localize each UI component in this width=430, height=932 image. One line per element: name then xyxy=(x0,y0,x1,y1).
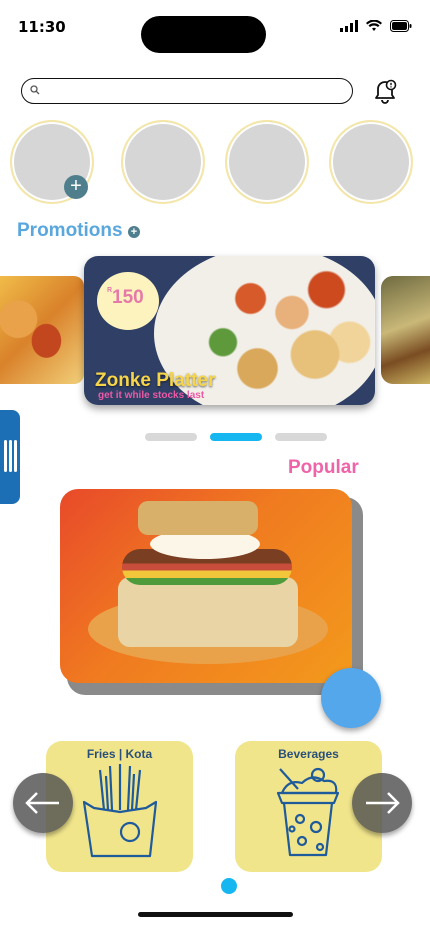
signal-icon xyxy=(340,20,358,32)
search-bar[interactable] xyxy=(21,78,353,104)
page-indicator-dot[interactable] xyxy=(221,878,237,894)
milkshake-icon xyxy=(276,767,340,857)
plus-icon[interactable]: + xyxy=(128,226,140,238)
battery-icon xyxy=(390,20,412,32)
burger-bun xyxy=(138,501,258,535)
arrow-right-icon xyxy=(366,792,400,814)
carousel-dot[interactable] xyxy=(275,433,327,441)
wifi-icon xyxy=(366,20,382,31)
price-value: 150 xyxy=(112,287,144,308)
category-label: Beverages xyxy=(278,747,339,761)
story-avatar[interactable] xyxy=(121,120,205,204)
promo-tagline: get it while stocks last xyxy=(98,390,205,401)
plus-icon[interactable]: + xyxy=(64,175,88,199)
burger-image xyxy=(118,577,298,647)
popular-title: Popular xyxy=(288,457,359,478)
carousel-dot[interactable] xyxy=(145,433,197,441)
arrow-left-icon xyxy=(25,792,59,814)
category-label: Fries | Kota xyxy=(86,747,153,761)
status-icons xyxy=(340,20,412,32)
fries-icon xyxy=(82,764,158,858)
next-category-button[interactable] xyxy=(352,773,412,833)
search-input[interactable] xyxy=(44,81,348,103)
side-drawer-handle[interactable] xyxy=(0,410,20,504)
prev-category-button[interactable] xyxy=(13,773,73,833)
bell-icon[interactable] xyxy=(370,78,400,106)
promo-name: Zonke Platter xyxy=(95,370,216,391)
carousel-dot-active[interactable] xyxy=(210,433,262,441)
dynamic-island xyxy=(141,16,266,53)
promo-card-next[interactable] xyxy=(381,276,430,384)
status-time: 11:30 xyxy=(18,18,66,36)
home-indicator[interactable] xyxy=(138,912,293,917)
action-button[interactable] xyxy=(321,668,381,728)
story-avatar[interactable] xyxy=(329,120,413,204)
popular-card[interactable] xyxy=(60,489,352,683)
story-avatar[interactable] xyxy=(225,120,309,204)
promotions-title: Promotions xyxy=(17,220,123,241)
promo-card-previous[interactable] xyxy=(0,276,84,384)
search-icon xyxy=(30,85,40,95)
